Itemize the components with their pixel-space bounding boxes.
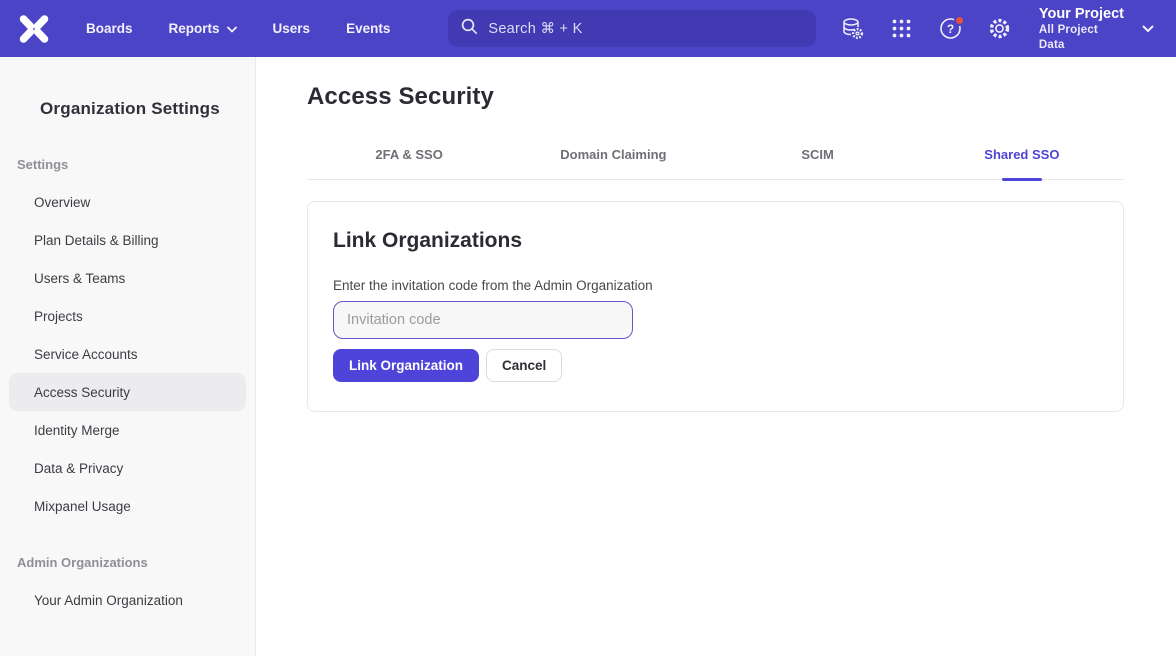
project-selector[interactable]: Your Project All Project Data bbox=[1039, 5, 1126, 52]
tab-scim[interactable]: SCIM bbox=[716, 138, 920, 179]
svg-text:?: ? bbox=[947, 22, 954, 36]
data-management-icon[interactable] bbox=[841, 17, 865, 41]
global-search-input[interactable]: Search ⌘ + K bbox=[448, 10, 816, 47]
search-icon bbox=[461, 18, 478, 40]
nav-label: Boards bbox=[86, 21, 133, 36]
nav-label: Reports bbox=[169, 21, 220, 36]
sidebar-item-overview[interactable]: Overview bbox=[9, 183, 246, 221]
tab-domain-claiming[interactable]: Domain Claiming bbox=[511, 138, 715, 179]
nav-item-reports[interactable]: Reports bbox=[169, 21, 237, 36]
sidebar-item-data-privacy[interactable]: Data & Privacy bbox=[9, 449, 246, 487]
access-security-tabs: 2FA & SSO Domain Claiming SCIM Shared SS… bbox=[307, 138, 1124, 180]
sidebar-item-label: Data & Privacy bbox=[34, 461, 123, 476]
link-organizations-card: Link Organizations Enter the invitation … bbox=[307, 201, 1124, 412]
sidebar-item-users-teams[interactable]: Users & Teams bbox=[9, 259, 246, 297]
card-title: Link Organizations bbox=[333, 229, 1098, 253]
top-navigation-bar: Boards Reports Users Events bbox=[0, 0, 1176, 57]
sidebar-section-admin-organizations: Admin Organizations bbox=[0, 555, 255, 570]
cancel-button[interactable]: Cancel bbox=[486, 349, 562, 382]
sidebar-item-label: Overview bbox=[34, 195, 90, 210]
main-content: Access Security 2FA & SSO Domain Claimin… bbox=[256, 57, 1176, 656]
tab-label: Domain Claiming bbox=[560, 147, 666, 162]
notification-dot bbox=[954, 15, 965, 26]
sidebar-item-plan-details-billing[interactable]: Plan Details & Billing bbox=[9, 221, 246, 259]
sidebar-item-your-admin-organization[interactable]: Your Admin Organization bbox=[9, 581, 246, 619]
sidebar-item-label: Plan Details & Billing bbox=[34, 233, 159, 248]
search-placeholder: Search ⌘ + K bbox=[488, 21, 582, 37]
sidebar-title: Organization Settings bbox=[0, 99, 255, 119]
sidebar-item-label: Your Admin Organization bbox=[34, 593, 183, 608]
page-title: Access Security bbox=[307, 83, 1124, 111]
nav-item-users[interactable]: Users bbox=[273, 21, 311, 36]
invitation-code-label: Enter the invitation code from the Admin… bbox=[333, 278, 1098, 293]
project-chevron-down-icon[interactable] bbox=[1142, 25, 1154, 33]
invitation-code-input[interactable] bbox=[333, 301, 633, 339]
sidebar-section-settings: Settings bbox=[0, 157, 255, 172]
tab-label: Shared SSO bbox=[984, 147, 1059, 162]
settings-gear-icon[interactable] bbox=[987, 17, 1011, 41]
sidebar-item-identity-merge[interactable]: Identity Merge bbox=[9, 411, 246, 449]
tab-label: SCIM bbox=[801, 147, 834, 162]
sidebar-item-projects[interactable]: Projects bbox=[9, 297, 246, 335]
mixpanel-logo-icon[interactable] bbox=[18, 14, 50, 44]
nav-label: Events bbox=[346, 21, 390, 36]
tab-2fa-sso[interactable]: 2FA & SSO bbox=[307, 138, 511, 179]
sidebar-item-label: Identity Merge bbox=[34, 423, 120, 438]
topbar-actions: ? Your Project All Project Data bbox=[816, 5, 1154, 52]
main-nav: Boards Reports Users Events bbox=[86, 21, 426, 36]
sidebar-item-service-accounts[interactable]: Service Accounts bbox=[9, 335, 246, 373]
sidebar-item-label: Projects bbox=[34, 309, 83, 324]
tab-label: 2FA & SSO bbox=[375, 147, 442, 162]
sidebar-item-label: Service Accounts bbox=[34, 347, 138, 362]
nav-item-boards[interactable]: Boards bbox=[86, 21, 133, 36]
nav-item-events[interactable]: Events bbox=[346, 21, 390, 36]
sidebar-item-label: Mixpanel Usage bbox=[34, 499, 131, 514]
project-name: Your Project bbox=[1039, 5, 1126, 23]
card-actions: Link Organization Cancel bbox=[333, 349, 1098, 382]
sidebar-item-label: Users & Teams bbox=[34, 271, 125, 286]
sidebar-admin-list: Your Admin Organization bbox=[0, 581, 255, 619]
app-window: Boards Reports Users Events bbox=[0, 0, 1176, 656]
sidebar-settings-list: Overview Plan Details & Billing Users & … bbox=[0, 183, 255, 525]
sidebar-item-label: Access Security bbox=[34, 385, 130, 400]
tab-shared-sso[interactable]: Shared SSO bbox=[920, 138, 1124, 179]
nav-label: Users bbox=[273, 21, 311, 36]
sidebar-item-access-security[interactable]: Access Security bbox=[9, 373, 246, 411]
help-icon[interactable]: ? bbox=[938, 17, 962, 41]
sidebar-item-mixpanel-usage[interactable]: Mixpanel Usage bbox=[9, 487, 246, 525]
link-organization-button[interactable]: Link Organization bbox=[333, 349, 479, 382]
chevron-down-icon bbox=[227, 21, 237, 36]
project-data-scope: All Project Data bbox=[1039, 23, 1126, 52]
apps-grid-icon[interactable] bbox=[890, 17, 914, 41]
org-settings-sidebar: Organization Settings Settings Overview … bbox=[0, 57, 256, 656]
